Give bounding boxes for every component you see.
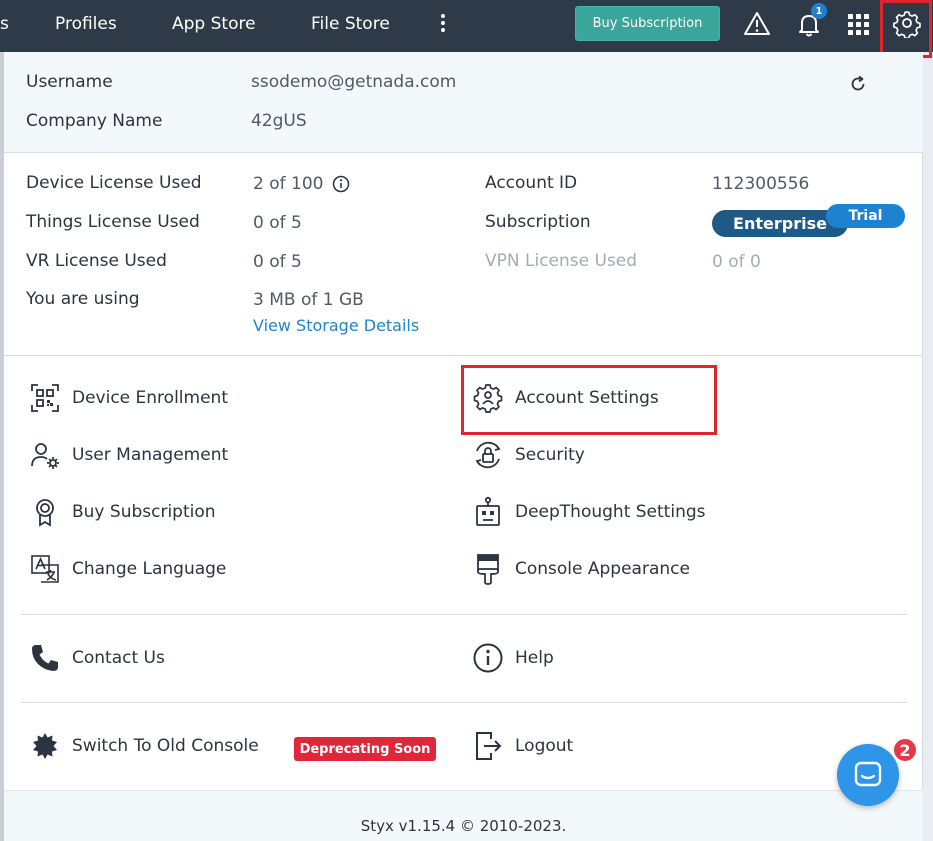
account-settings-highlight-box	[461, 365, 717, 435]
things-license-value: 0 of 5	[253, 213, 302, 233]
top-nav: s Profiles App Store File Store Buy Subs…	[0, 0, 933, 52]
nav-item-partial[interactable]: s	[0, 14, 9, 34]
menu-switch-old-console[interactable]: Switch To Old Console	[28, 728, 259, 764]
menu-user-management[interactable]: User Management	[28, 437, 228, 473]
apps-grid-icon[interactable]	[844, 9, 874, 39]
security-lock-icon	[471, 438, 505, 472]
nav-item-profiles[interactable]: Profiles	[55, 14, 117, 34]
gear-highlight-box	[880, 0, 932, 58]
menu-buy-subscription[interactable]: Buy Subscription	[28, 494, 216, 530]
things-license-label: Things License Used	[26, 212, 200, 232]
version-copyright-text: Styx v1.15.4 © 2010-2023.	[360, 817, 567, 835]
notification-badge: 1	[811, 3, 827, 19]
divider	[20, 702, 908, 703]
more-menu-icon[interactable]	[436, 12, 450, 36]
menu-label: Security	[515, 445, 585, 465]
chat-launcher-button[interactable]	[837, 744, 899, 806]
menu-deepthought-settings[interactable]: DeepThought Settings	[471, 494, 706, 530]
qr-code-icon	[28, 381, 62, 415]
device-license-value: 2 of 100	[253, 174, 324, 194]
menu-label: Logout	[515, 736, 574, 756]
menu-security[interactable]: Security	[471, 437, 585, 473]
username-value: ssodemo@getnada.com	[251, 72, 457, 92]
menu-label: Help	[515, 648, 554, 668]
burst-gear-icon	[28, 729, 62, 763]
device-license-label: Device License Used	[26, 173, 202, 193]
company-name-value: 42gUS	[251, 111, 307, 131]
menu-help[interactable]: Help	[471, 640, 554, 676]
username-label: Username	[26, 72, 113, 92]
menu-change-language[interactable]: Change Language	[28, 551, 226, 587]
menu-label: Device Enrollment	[72, 388, 228, 408]
menu-logout[interactable]: Logout	[471, 728, 573, 764]
warning-icon[interactable]	[742, 9, 772, 39]
menu-device-enrollment[interactable]: Device Enrollment	[28, 380, 228, 416]
menu-label: Console Appearance	[515, 559, 690, 579]
divider	[20, 614, 908, 615]
menu-label: Change Language	[72, 559, 227, 579]
nav-item-file-store[interactable]: File Store	[311, 14, 390, 34]
chat-icon	[854, 761, 882, 787]
vpn-license-label: VPN License Used	[485, 251, 638, 271]
info-icon[interactable]	[332, 175, 350, 193]
deprecating-soon-badge: Deprecating Soon	[294, 737, 436, 761]
trial-badge: Trial	[826, 204, 905, 228]
award-badge-icon	[28, 495, 62, 529]
translate-icon	[28, 552, 62, 586]
vr-license-label: VR License Used	[26, 251, 167, 271]
account-id-label: Account ID	[485, 173, 578, 193]
storage-value: 3 MB of 1 GB	[253, 290, 364, 310]
buy-subscription-button[interactable]: Buy Subscription	[575, 6, 720, 41]
vr-license-value: 0 of 5	[253, 252, 302, 272]
company-name-label: Company Name	[26, 111, 163, 131]
account-dropdown-panel: Username ssodemo@getnada.com Company Nam…	[4, 52, 923, 841]
view-storage-details-link[interactable]: View Storage Details	[253, 316, 419, 335]
menu-label: User Management	[72, 445, 229, 465]
paint-brush-icon	[471, 552, 505, 586]
robot-icon	[471, 495, 505, 529]
chat-unread-badge: 2	[892, 737, 918, 763]
menu-console-appearance[interactable]: Console Appearance	[471, 551, 690, 587]
menu-label: Buy Subscription	[72, 502, 216, 522]
subscription-label: Subscription	[485, 212, 591, 232]
refresh-icon[interactable]	[848, 74, 868, 94]
menu-label: Switch To Old Console	[72, 736, 259, 756]
account-id-value: 112300556	[712, 174, 810, 194]
phone-icon	[28, 641, 62, 675]
nav-item-app-store[interactable]: App Store	[172, 14, 256, 34]
help-info-icon	[471, 641, 505, 675]
user-gear-icon	[28, 438, 62, 472]
logout-icon	[471, 729, 505, 763]
panel-footer: Styx v1.15.4 © 2010-2023.	[4, 790, 923, 841]
menu-label: Contact Us	[72, 648, 165, 668]
storage-label: You are using	[26, 289, 140, 309]
menu-contact-us[interactable]: Contact Us	[28, 640, 165, 676]
vpn-license-value: 0 of 0	[712, 252, 761, 272]
menu-label: DeepThought Settings	[515, 502, 706, 522]
profile-section: Username ssodemo@getnada.com Company Nam…	[4, 52, 923, 153]
divider	[4, 355, 923, 356]
